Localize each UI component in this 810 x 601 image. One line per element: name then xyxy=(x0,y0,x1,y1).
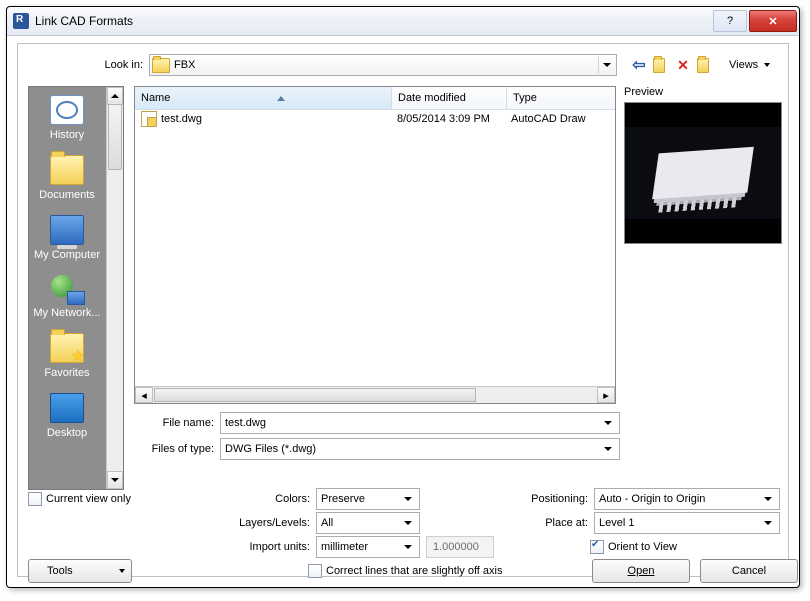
new-folder-button[interactable] xyxy=(697,57,713,73)
chevron-down-icon xyxy=(601,447,615,451)
positioning-label: Positioning: xyxy=(516,493,594,505)
views-dropdown[interactable]: Views xyxy=(725,59,774,71)
file-list-header: Name Date modified Type xyxy=(135,87,615,110)
layers-dropdown[interactable]: All xyxy=(316,512,420,534)
chevron-down-icon xyxy=(764,521,772,525)
preview-pane xyxy=(624,102,782,244)
places-history[interactable]: History xyxy=(29,87,105,147)
places-my-computer[interactable]: My Computer xyxy=(29,207,105,267)
app-icon xyxy=(13,13,29,29)
open-button[interactable]: Open xyxy=(592,559,690,583)
history-icon xyxy=(50,95,84,125)
file-name-input[interactable]: test.dwg xyxy=(220,412,620,434)
folder-icon xyxy=(50,155,84,185)
file-type-label: Files of type: xyxy=(134,443,220,455)
dialog-title: Link CAD Formats xyxy=(35,14,713,28)
favorites-icon xyxy=(50,333,84,363)
delete-button[interactable]: ✕ xyxy=(675,57,691,73)
placeat-dropdown[interactable]: Level 1 xyxy=(594,512,780,534)
titlebar: Link CAD Formats ? ✕ xyxy=(7,7,799,36)
chevron-down-icon xyxy=(598,56,614,74)
views-label: Views xyxy=(729,59,758,71)
checkbox-icon xyxy=(308,564,322,578)
dialog-body: Look in: FBX ⇦ ✕ Views History Documents… xyxy=(17,43,789,577)
close-icon: ✕ xyxy=(768,15,777,28)
file-list: Name Date modified Type test.dwg 8/05/20… xyxy=(134,86,616,404)
current-view-only-checkbox[interactable]: Current view only xyxy=(28,488,131,510)
units-scale-display: 1.000000 xyxy=(426,536,494,558)
close-button[interactable]: ✕ xyxy=(749,10,797,32)
back-button[interactable]: ⇦ xyxy=(631,57,647,73)
chevron-down-icon xyxy=(764,63,770,67)
folder-up-icon xyxy=(653,58,665,73)
places-scrollbar[interactable] xyxy=(106,87,123,489)
layers-label: Layers/Levels: xyxy=(224,517,316,529)
file-name-row: File name: test.dwg xyxy=(134,412,620,434)
places-my-network[interactable]: My Network... xyxy=(29,267,105,325)
file-list-hscroll[interactable]: ◂ ▸ xyxy=(135,386,615,403)
chevron-down-icon xyxy=(404,545,412,549)
lookin-row: Look in: FBX ⇦ ✕ Views xyxy=(18,54,788,76)
lookin-label: Look in: xyxy=(18,59,149,71)
dwg-file-icon xyxy=(141,111,157,127)
lookin-value: FBX xyxy=(174,59,195,71)
up-folder-button[interactable] xyxy=(653,57,669,73)
places-favorites[interactable]: Favorites xyxy=(29,325,105,385)
file-type-dropdown[interactable]: DWG Files (*.dwg) xyxy=(220,438,620,460)
file-name-label: File name: xyxy=(134,417,220,429)
lookin-dropdown[interactable]: FBX xyxy=(149,54,617,76)
chevron-down-icon xyxy=(601,421,615,425)
scroll-left-icon[interactable]: ◂ xyxy=(135,387,153,403)
placeat-label: Place at: xyxy=(516,517,594,529)
orient-to-view-checkbox[interactable]: Orient to View xyxy=(590,536,677,558)
desktop-icon xyxy=(50,393,84,423)
checkbox-checked-icon xyxy=(590,540,604,554)
sort-asc-icon xyxy=(277,96,285,101)
scroll-thumb[interactable] xyxy=(108,104,122,170)
column-name[interactable]: Name xyxy=(135,87,392,109)
checkbox-icon xyxy=(28,492,42,506)
cancel-button[interactable]: Cancel xyxy=(700,559,798,583)
computer-icon xyxy=(50,215,84,245)
column-type[interactable]: Type xyxy=(507,87,615,109)
column-date[interactable]: Date modified xyxy=(392,87,507,109)
tools-button[interactable]: Tools xyxy=(28,559,132,583)
colors-label: Colors: xyxy=(224,493,316,505)
units-label: Import units: xyxy=(224,541,316,553)
back-arrow-icon: ⇦ xyxy=(632,55,645,75)
file-row[interactable]: test.dwg 8/05/2014 3:09 PM AutoCAD Draw xyxy=(135,110,615,128)
preview-label: Preview xyxy=(624,86,663,98)
chevron-down-icon xyxy=(764,497,772,501)
delete-x-icon: ✕ xyxy=(677,57,689,74)
link-cad-dialog: Link CAD Formats ? ✕ Look in: FBX ⇦ ✕ Vi… xyxy=(6,6,800,588)
preview-model-icon xyxy=(652,147,754,199)
scroll-down-icon[interactable] xyxy=(107,471,123,489)
scroll-right-icon[interactable]: ▸ xyxy=(597,387,615,403)
chevron-down-icon xyxy=(119,569,125,573)
file-type-row: Files of type: DWG Files (*.dwg) xyxy=(134,438,620,460)
positioning-dropdown[interactable]: Auto - Origin to Origin xyxy=(594,488,780,510)
chevron-down-icon xyxy=(404,497,412,501)
places-documents[interactable]: Documents xyxy=(29,147,105,207)
chevron-down-icon xyxy=(404,521,412,525)
nav-toolbar: ⇦ ✕ Views xyxy=(631,57,774,73)
places-desktop[interactable]: Desktop xyxy=(29,385,105,445)
network-icon xyxy=(51,275,83,303)
correct-lines-checkbox[interactable]: Correct lines that are slightly off axis xyxy=(308,560,502,582)
help-button[interactable]: ? xyxy=(713,10,747,32)
places-bar: History Documents My Computer My Network… xyxy=(28,86,124,490)
colors-dropdown[interactable]: Preserve xyxy=(316,488,420,510)
help-icon: ? xyxy=(727,15,733,27)
folder-icon xyxy=(152,58,170,73)
units-dropdown[interactable]: millimeter xyxy=(316,536,420,558)
new-folder-icon xyxy=(697,58,709,73)
scroll-up-icon[interactable] xyxy=(107,87,123,105)
scroll-thumb[interactable] xyxy=(154,388,476,402)
